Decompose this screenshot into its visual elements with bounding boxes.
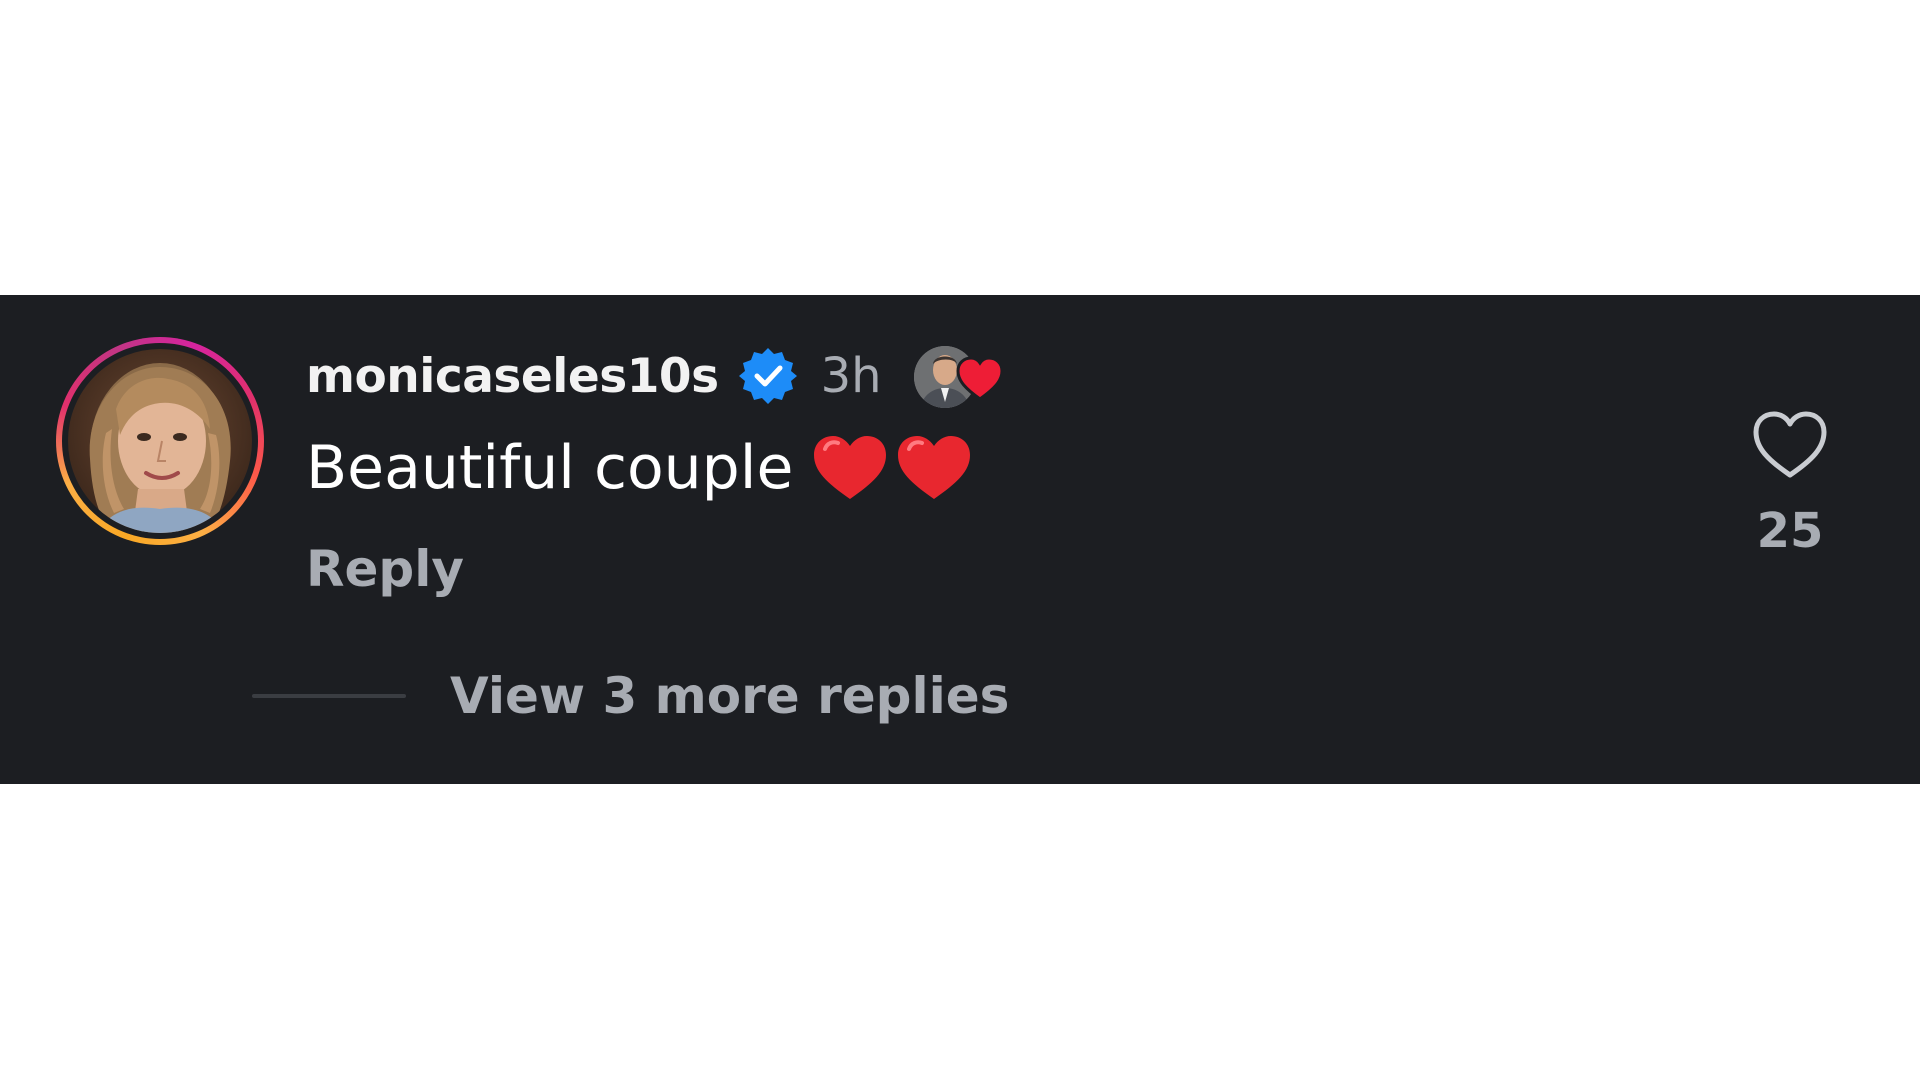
heart-icon [956, 356, 1004, 402]
page: monicaseles10s 3h Beautiful couple Reply… [0, 0, 1920, 1080]
emoji-group [811, 433, 973, 503]
comment-text: Beautiful couple [306, 433, 794, 503]
comment-panel: monicaseles10s 3h Beautiful couple Reply… [0, 295, 1920, 784]
comment-header: monicaseles10s 3h [306, 341, 1008, 411]
like-count: 25 [1756, 503, 1824, 559]
verified-badge-icon [737, 345, 799, 407]
avatar-story-ring[interactable] [56, 337, 264, 545]
author-liked-indicator [906, 340, 1008, 412]
comment-body: Beautiful couple [306, 433, 973, 503]
reply-button[interactable]: Reply [306, 540, 464, 598]
like-column: 25 [1740, 409, 1840, 559]
timestamp: 3h [820, 348, 882, 404]
heart-outline-icon[interactable] [1751, 409, 1829, 481]
replies-divider-line [252, 694, 406, 698]
red-heart-emoji-icon [898, 436, 971, 499]
view-more-replies-button[interactable]: View 3 more replies [252, 667, 1009, 725]
username[interactable]: monicaseles10s [306, 349, 719, 404]
red-heart-emoji-icon [814, 436, 887, 499]
view-more-replies-label: View 3 more replies [450, 667, 1010, 725]
avatar[interactable] [68, 349, 252, 533]
avatar-portrait-icon [89, 363, 231, 533]
